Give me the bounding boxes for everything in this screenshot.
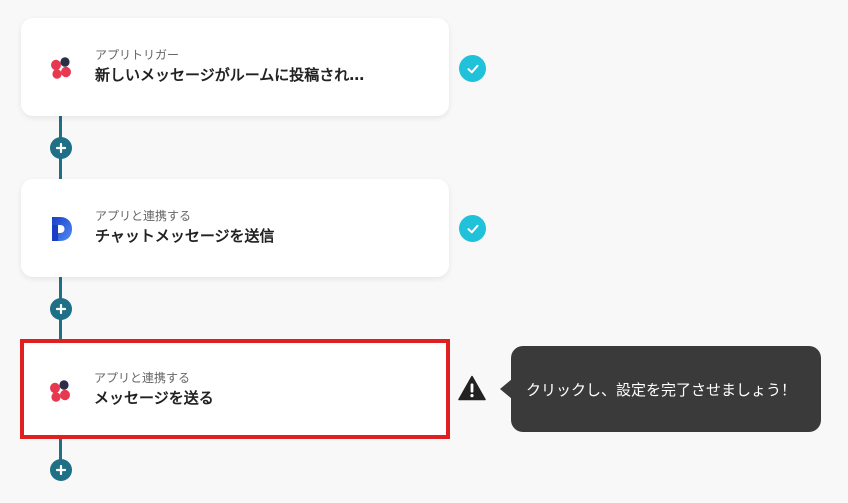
add-step-button[interactable] <box>50 298 72 320</box>
check-icon <box>459 55 486 82</box>
tooltip-text: クリックし、設定を完了させましょう！ <box>526 380 797 399</box>
add-step-button[interactable] <box>50 459 72 481</box>
plus-icon <box>56 304 66 314</box>
warning-icon <box>458 375 486 401</box>
flow-step-card-send-chat[interactable]: アプリと連携する チャットメッセージを送信 <box>21 179 449 277</box>
step-title: メッセージを送る <box>94 389 214 407</box>
step-title: チャットメッセージを送信 <box>95 227 275 245</box>
plus-icon <box>56 143 66 153</box>
plus-icon <box>56 465 66 475</box>
flow-step-card-send-message[interactable]: アプリと連携する メッセージを送る <box>20 339 450 439</box>
blue-d-logo-icon <box>52 217 72 241</box>
chatwork-flower-icon <box>51 57 71 79</box>
flow-step-card-trigger[interactable]: アプリトリガー 新しいメッセージがルームに投稿され… <box>21 18 449 116</box>
add-step-button[interactable] <box>50 137 72 159</box>
step-subtitle: アプリトリガー <box>95 48 180 62</box>
step-subtitle: アプリと連携する <box>94 371 191 385</box>
hint-tooltip: クリックし、設定を完了させましょう！ <box>511 346 821 432</box>
step-title: 新しいメッセージがルームに投稿され… <box>95 66 365 84</box>
chatwork-flower-icon <box>50 380 70 402</box>
step-subtitle: アプリと連携する <box>95 209 192 223</box>
check-icon <box>459 215 486 242</box>
